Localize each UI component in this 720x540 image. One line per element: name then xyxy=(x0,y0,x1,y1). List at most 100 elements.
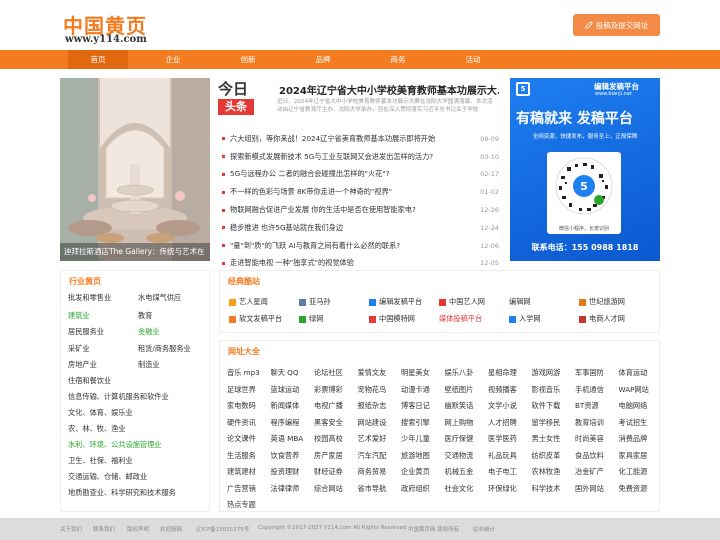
directory-link[interactable]: 足球世界 xyxy=(227,385,256,395)
industry-link[interactable]: 金融业 xyxy=(138,327,160,337)
directory-link[interactable]: 爱情文友 xyxy=(358,368,387,378)
classic-site-link[interactable]: 软文发稿平台 xyxy=(229,314,282,324)
directory-link[interactable]: 国外网站 xyxy=(575,484,604,494)
nav-item-0[interactable]: 首页 xyxy=(68,50,128,69)
directory-link[interactable]: 人才招聘 xyxy=(488,418,517,428)
directory-link[interactable]: 交通物流 xyxy=(445,451,474,461)
footer-link[interactable]: Y114.com All Rights Reserved xyxy=(324,525,406,531)
nav-item-3[interactable]: 品牌 xyxy=(293,50,353,69)
directory-link[interactable]: 程序编程 xyxy=(271,418,300,428)
industry-link[interactable]: 信息传输、计算机服务和软件业 xyxy=(68,392,169,402)
directory-link[interactable]: 食品饮料 xyxy=(575,451,604,461)
directory-link[interactable]: 教育培训 xyxy=(575,418,604,428)
directory-link[interactable]: 冶金矿产 xyxy=(575,467,604,477)
classic-site-link[interactable]: 电商人才网 xyxy=(579,314,625,324)
news-title[interactable]: 探索新模式发展新技术 5G与工业互联网又会进发出怎样的活力? xyxy=(230,152,477,162)
directory-link[interactable]: 聊天 QQ xyxy=(271,368,299,378)
directory-link[interactable]: 电子电工 xyxy=(488,467,517,477)
directory-link[interactable]: 彩票博彩 xyxy=(314,385,343,395)
directory-link[interactable]: 化工能源 xyxy=(619,467,648,477)
directory-link[interactable]: 视频播客 xyxy=(488,385,517,395)
news-item[interactable]: 物联网融合促进产业发展 你的生活中是否在使用智能家电? 12-26 xyxy=(222,201,499,219)
nav-item-5[interactable]: 活动 xyxy=(443,50,503,69)
industry-link[interactable]: 文化、体育、娱乐业 xyxy=(68,408,133,418)
directory-link[interactable]: 机械五金 xyxy=(445,467,474,477)
directory-link[interactable]: 硬件资讯 xyxy=(227,418,256,428)
news-item[interactable]: "量"到"质"的飞跃 AI与教育之间有着什么必然的联系? 12-06 xyxy=(222,237,499,255)
directory-link[interactable]: 论坛社区 xyxy=(314,368,343,378)
news-title[interactable]: "量"到"质"的飞跃 AI与教育之间有着什么必然的联系? xyxy=(230,241,477,251)
classic-site-link[interactable]: 中国艺人网 xyxy=(439,297,485,307)
classic-site-link[interactable]: 中国模特网 xyxy=(369,314,415,324)
directory-link[interactable]: 男士女性 xyxy=(532,434,561,444)
directory-link[interactable]: 建筑建材 xyxy=(227,467,256,477)
footer-link[interactable]: 欢迎投稿 xyxy=(160,525,182,533)
news-title[interactable]: 六大组别，等你来战！2024辽宁省美育教师基本功展示即将开始 xyxy=(230,134,477,144)
directory-link[interactable]: 网上购物 xyxy=(445,418,474,428)
directory-link[interactable]: 校园高校 xyxy=(314,434,343,444)
directory-link[interactable]: 政府组织 xyxy=(401,484,430,494)
directory-link[interactable]: 家具家居 xyxy=(619,451,648,461)
directory-link[interactable]: 软件下载 xyxy=(532,401,561,411)
directory-link[interactable]: 旅游地图 xyxy=(401,451,430,461)
directory-link[interactable]: 科学技术 xyxy=(532,484,561,494)
directory-link[interactable]: 动漫卡通 xyxy=(401,385,430,395)
industry-link[interactable]: 交通运输、仓储、邮政业 xyxy=(68,472,147,482)
directory-link[interactable]: 消费品牌 xyxy=(619,434,648,444)
directory-link[interactable]: 礼品玩具 xyxy=(488,451,517,461)
directory-link[interactable]: 博客日记 xyxy=(401,401,430,411)
directory-link[interactable]: 幽默笑话 xyxy=(445,401,474,411)
directory-link[interactable]: 报纸杂志 xyxy=(358,401,387,411)
news-item[interactable]: 稳步推进 也许5G基站就在我们身边 12-24 xyxy=(222,219,499,237)
hero-caption[interactable]: 迪拜拉斯酒店The Gallery：传统与艺术在 xyxy=(60,243,210,261)
directory-link[interactable]: 生活服务 xyxy=(227,451,256,461)
industry-link[interactable]: 教育 xyxy=(138,311,152,321)
directory-link[interactable]: 财经证券 xyxy=(314,467,343,477)
directory-link[interactable]: 艺术爱好 xyxy=(358,434,387,444)
industry-link[interactable]: 批发和零售业 xyxy=(68,293,111,303)
directory-link[interactable]: 篮球运动 xyxy=(271,385,300,395)
industry-link[interactable]: 住宿和餐饮业 xyxy=(68,376,111,386)
directory-link[interactable]: 文学小说 xyxy=(488,401,517,411)
classic-site-link[interactable]: 亚马孙 xyxy=(299,297,331,307)
industry-link[interactable]: 建筑业 xyxy=(68,311,90,321)
footer-link[interactable]: 站长统计 xyxy=(473,525,495,533)
directory-link[interactable]: 时尚美容 xyxy=(575,434,604,444)
industry-link[interactable]: 水利、环境、公共设施管理业 xyxy=(68,440,161,450)
directory-link[interactable]: 综合网站 xyxy=(314,484,343,494)
industry-link[interactable]: 农、林、牧、渔业 xyxy=(68,424,126,434)
directory-link[interactable]: 娱乐八卦 xyxy=(445,368,474,378)
classic-site-link[interactable]: 艺人星闻 xyxy=(229,297,268,307)
classic-site-link[interactable]: 编辑网 xyxy=(509,297,531,307)
industry-link[interactable]: 卫生、社保、福利业 xyxy=(68,456,133,466)
directory-link[interactable]: 法律律师 xyxy=(271,484,300,494)
classic-site-link[interactable]: 媒体投稿平台 xyxy=(439,314,482,324)
directory-link[interactable]: 黑客安全 xyxy=(314,418,343,428)
industry-link[interactable]: 居民服务业 xyxy=(68,327,104,337)
directory-link[interactable]: 家电数码 xyxy=(227,401,256,411)
directory-link[interactable]: 热点专题 xyxy=(227,500,256,510)
directory-link[interactable]: 影视音乐 xyxy=(532,385,561,395)
directory-link[interactable]: BT资源 xyxy=(575,401,599,411)
directory-link[interactable]: 免费资源 xyxy=(619,484,648,494)
directory-link[interactable]: 英语 MBA xyxy=(271,434,304,444)
directory-link[interactable]: 房产家居 xyxy=(314,451,343,461)
directory-link[interactable]: 纺织皮革 xyxy=(532,451,561,461)
industry-link[interactable]: 地质勘查业、科学研究和技术服务 xyxy=(68,488,176,498)
directory-link[interactable]: 搜索引擎 xyxy=(401,418,430,428)
directory-link[interactable]: 军事国防 xyxy=(575,368,604,378)
directory-link[interactable]: 社会文化 xyxy=(445,484,474,494)
classic-site-link[interactable]: 绿网 xyxy=(299,314,323,324)
classic-site-link[interactable]: 入学网 xyxy=(509,314,541,324)
directory-link[interactable]: 留学移民 xyxy=(532,418,561,428)
hero-image[interactable]: 迪拜拉斯酒店The Gallery：传统与艺术在 xyxy=(60,78,210,261)
directory-link[interactable]: 新闻媒体 xyxy=(271,401,300,411)
directory-link[interactable]: 商务贸易 xyxy=(358,467,387,477)
directory-link[interactable]: 饮食营养 xyxy=(271,451,300,461)
directory-link[interactable]: 电视广播 xyxy=(314,401,343,411)
directory-link[interactable]: 投资理财 xyxy=(271,467,300,477)
news-title[interactable]: 稳步推进 也许5G基站就在我们身边 xyxy=(230,223,477,233)
news-title[interactable]: 不一样的色彩与场景 8K带你走进一个神奇的"视界" xyxy=(230,187,477,197)
industry-link[interactable]: 租赁/商务服务业 xyxy=(138,344,191,354)
classic-site-link[interactable]: 编辑发稿平台 xyxy=(369,297,422,307)
